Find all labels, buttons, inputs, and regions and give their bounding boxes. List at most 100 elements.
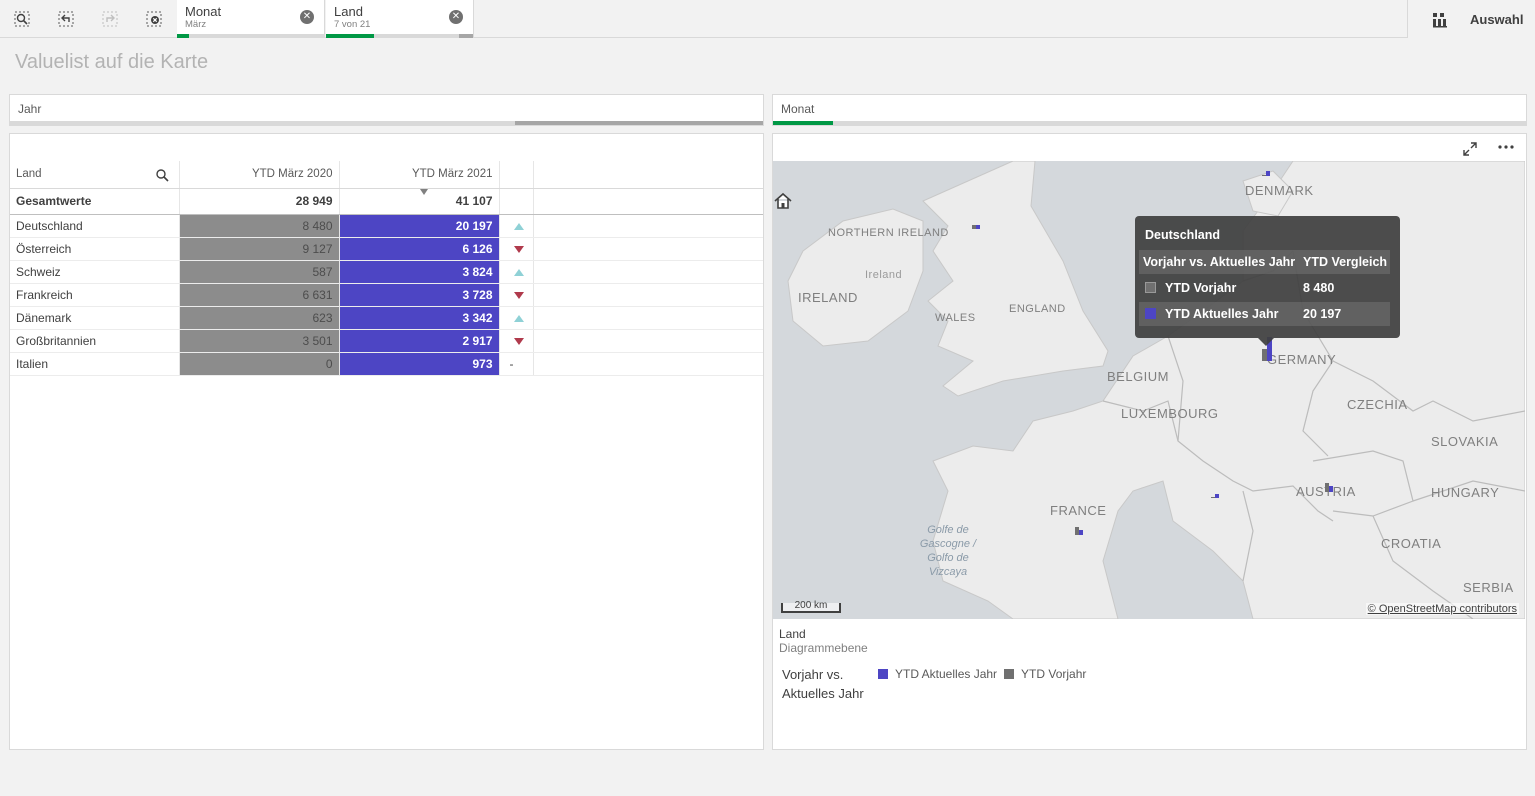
attribution-text: © OpenStreetMap contributors xyxy=(1367,603,1517,615)
map-label: LUXEMBOURG xyxy=(1121,406,1219,421)
table-row[interactable]: Italien 0 973 - xyxy=(10,352,763,376)
table-row[interactable]: Deutschland 8 480 20 197 xyxy=(10,214,763,238)
row-trend xyxy=(499,260,534,284)
row-land: Italien xyxy=(10,352,180,376)
selection-value: März xyxy=(185,19,207,30)
row-trend: - xyxy=(499,352,534,376)
selection-value: 7 von 21 xyxy=(334,19,371,30)
selections-tool[interactable]: Auswahl xyxy=(1407,0,1535,38)
search-icon[interactable] xyxy=(155,169,169,182)
close-icon[interactable]: ✕ xyxy=(449,10,463,24)
map-bar-fr-curr[interactable] xyxy=(1079,530,1083,535)
row-value-2021: 2 917 xyxy=(339,329,500,353)
column-header-empty xyxy=(533,161,763,189)
map-label: CROATIA xyxy=(1381,536,1442,551)
row-trend xyxy=(499,214,534,238)
row-empty xyxy=(533,306,763,330)
sea-line: Golfo de xyxy=(927,552,969,564)
map-label: HUNGARY xyxy=(1431,485,1500,500)
row-empty xyxy=(533,283,763,307)
tooltip-row-value: 20 197 xyxy=(1303,307,1342,321)
totals-value-2020: 28 949 xyxy=(179,188,340,215)
map-label: DENMARK xyxy=(1245,183,1314,198)
home-icon[interactable] xyxy=(773,191,793,211)
filter-label: Jahr xyxy=(18,102,42,116)
filter-pane-jahr[interactable]: Jahr xyxy=(9,94,764,126)
row-value-2021: 3 728 xyxy=(339,283,500,307)
kpi-table: Land YTD März 2020 YTD März 2021 Gesamtw… xyxy=(10,161,763,376)
row-land: Dänemark xyxy=(10,306,180,330)
row-value-2021: 3 824 xyxy=(339,260,500,284)
sort-descending-icon[interactable] xyxy=(420,189,428,195)
map-bar-ch-curr[interactable] xyxy=(1215,494,1219,498)
smart-search-icon[interactable] xyxy=(11,8,33,30)
row-land: Deutschland xyxy=(10,214,180,238)
selection-title: Monat xyxy=(185,4,222,19)
tooltip-col2: YTD Vergleich xyxy=(1303,255,1388,269)
filter-bar xyxy=(10,121,763,125)
sea-line: Golfe de xyxy=(927,524,969,536)
table-panel: Land YTD März 2020 YTD März 2021 Gesamtw… xyxy=(9,133,764,750)
step-back-icon[interactable] xyxy=(55,8,77,30)
table-row[interactable]: Österreich 9 127 6 126 xyxy=(10,237,763,261)
legend-title-line: Aktuelles Jahr xyxy=(782,686,864,701)
column-header-trend xyxy=(499,161,534,189)
column-header-ytd-2020[interactable]: YTD März 2020 xyxy=(179,161,340,189)
map-attribution[interactable]: © OpenStreetMap contributors xyxy=(1365,603,1519,615)
map-canvas[interactable]: DENMARK NORTHERN IRELAND Ireland IRELAND… xyxy=(773,161,1525,619)
filter-label: Monat xyxy=(781,102,815,116)
selection-chip-land[interactable]: Land 7 von 21 ✕ xyxy=(326,0,474,38)
legend-item-label[interactable]: YTD Vorjahr xyxy=(1021,667,1086,681)
table-row[interactable]: Großbritannien 3 501 2 917 xyxy=(10,329,763,353)
map-bar-dk-curr[interactable] xyxy=(1266,171,1270,176)
map-bar-gb-curr[interactable] xyxy=(976,225,980,229)
map-bar-at-curr[interactable] xyxy=(1329,486,1333,492)
selections-grid-icon xyxy=(1433,13,1447,28)
legend-item-label[interactable]: YTD Aktuelles Jahr xyxy=(895,667,997,681)
totals-trend xyxy=(499,188,534,215)
trend-up-icon xyxy=(513,268,524,276)
selection-chip-monat[interactable]: Monat März ✕ xyxy=(177,0,325,38)
row-value-2021: 20 197 xyxy=(339,214,500,238)
table-row[interactable]: Dänemark 623 3 342 xyxy=(10,306,763,330)
map-label: SERBIA xyxy=(1463,580,1514,595)
column-header-land[interactable]: Land xyxy=(10,161,180,189)
fullscreen-icon[interactable] xyxy=(1462,141,1478,157)
map-scale: 200 km xyxy=(781,601,841,613)
map-label: FRANCE xyxy=(1050,503,1107,518)
tooltip-row: YTD Aktuelles Jahr 20 197 xyxy=(1139,302,1390,326)
column-header-label: YTD März 2020 xyxy=(251,168,333,181)
table-header-row: Land YTD März 2020 YTD März 2021 xyxy=(10,161,763,189)
trend-up-icon xyxy=(513,314,524,322)
table-row[interactable]: Schweiz 587 3 824 xyxy=(10,260,763,284)
map-label: CZECHIA xyxy=(1347,397,1408,412)
tooltip-col1: Vorjahr vs. Aktuelles Jahr xyxy=(1143,255,1296,269)
row-value-2020: 623 xyxy=(179,306,340,330)
map-tooltip: Deutschland Vorjahr vs. Aktuelles Jahr Y… xyxy=(1135,216,1400,346)
table-row[interactable]: Frankreich 6 631 3 728 xyxy=(10,283,763,307)
row-value-2020: 8 480 xyxy=(179,214,340,238)
trend-none: - xyxy=(509,356,514,371)
row-empty xyxy=(533,352,763,376)
row-value-2020: 9 127 xyxy=(179,237,340,261)
map-label: NORTHERN IRELAND xyxy=(828,227,949,239)
close-icon[interactable]: ✕ xyxy=(300,10,314,24)
row-land: Großbritannien xyxy=(10,329,180,353)
map-label: IRELAND xyxy=(798,290,858,305)
legend-swatch xyxy=(878,669,888,679)
swatch-curr xyxy=(1145,308,1156,319)
row-trend xyxy=(499,237,534,261)
clear-selections-icon[interactable] xyxy=(143,8,165,30)
row-value-2021: 3 342 xyxy=(339,306,500,330)
map-label: WALES xyxy=(935,312,976,324)
totals-row: Gesamtwerte 28 949 41 107 xyxy=(10,188,763,215)
step-forward-icon[interactable] xyxy=(99,8,121,30)
more-options-icon[interactable] xyxy=(1498,144,1514,150)
row-value-2021: 973 xyxy=(339,352,500,376)
tooltip-row-label: YTD Vorjahr xyxy=(1165,281,1237,295)
legend-title-line: Vorjahr vs. xyxy=(782,667,844,682)
tooltip-row-label: YTD Aktuelles Jahr xyxy=(1165,307,1279,321)
trend-down-icon xyxy=(513,245,524,253)
filter-pane-monat[interactable]: Monat xyxy=(772,94,1527,126)
column-header-ytd-2021[interactable]: YTD März 2021 xyxy=(339,161,500,189)
